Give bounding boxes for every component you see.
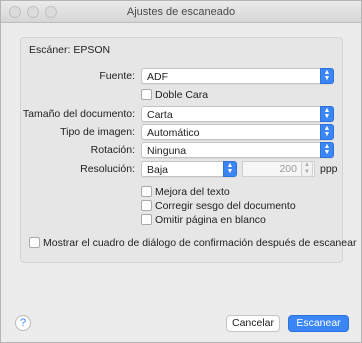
rotation-select[interactable]: Ninguna ▲ ▼ <box>141 142 334 158</box>
confirm-dialog-label: Mostrar el cuadro de diálogo de confirma… <box>43 237 357 249</box>
resolution-select[interactable]: Baja ▲ ▼ <box>141 161 237 177</box>
window-title: Ajustes de escaneado <box>126 6 236 18</box>
doc-size-select[interactable]: Carta ▲ ▼ <box>141 106 334 122</box>
skew-correction-checkbox[interactable] <box>141 200 152 211</box>
skew-correction-label: Corregir sesgo del documento <box>155 200 296 212</box>
duplex-label: Doble Cara <box>155 89 209 101</box>
source-label: Fuente: <box>99 70 135 82</box>
skip-blank-page-label: Omitir página en blanco <box>155 214 266 226</box>
doc-size-value: Carta <box>147 108 173 121</box>
help-button[interactable]: ? <box>15 315 31 331</box>
cancel-button[interactable]: Cancelar <box>226 315 280 332</box>
select-arrows-icon: ▲ ▼ <box>320 68 334 84</box>
title-bar: Ajustes de escaneado <box>1 1 361 23</box>
rotation-value: Ninguna <box>147 144 187 157</box>
image-type-value: Automático <box>147 126 200 139</box>
source-select[interactable]: ADF ▲ ▼ <box>141 68 334 84</box>
source-value: ADF <box>147 70 168 83</box>
text-enhancement-label: Mejora del texto <box>155 186 230 198</box>
image-type-select[interactable]: Automático ▲ ▼ <box>141 124 334 140</box>
select-arrows-icon: ▲ ▼ <box>223 161 237 177</box>
select-arrows-icon: ▲ ▼ <box>320 124 334 140</box>
confirm-dialog-checkbox[interactable] <box>29 237 40 248</box>
skip-blank-page-checkbox[interactable] <box>141 214 152 225</box>
scanner-label: Escáner: EPSON <box>29 44 111 56</box>
scan-settings-window: Ajustes de escaneado Escáner: EPSON Fuen… <box>0 0 362 343</box>
select-arrows-icon: ▲ ▼ <box>320 106 334 122</box>
dpi-stepper[interactable]: ▲ ▼ <box>301 161 313 177</box>
rotation-label: Rotación: <box>90 144 135 156</box>
select-arrows-icon: ▲ ▼ <box>320 142 334 158</box>
dpi-unit: ppp <box>320 163 338 175</box>
duplex-checkbox[interactable] <box>141 89 152 100</box>
doc-size-label: Tamaño del documento: <box>22 108 135 120</box>
resolution-label: Resolución: <box>80 163 135 175</box>
scan-button[interactable]: Escanear <box>288 315 349 332</box>
text-enhancement-checkbox[interactable] <box>141 186 152 197</box>
resolution-value: Baja <box>147 163 169 176</box>
image-type-label: Tipo de imagen: <box>60 126 135 138</box>
